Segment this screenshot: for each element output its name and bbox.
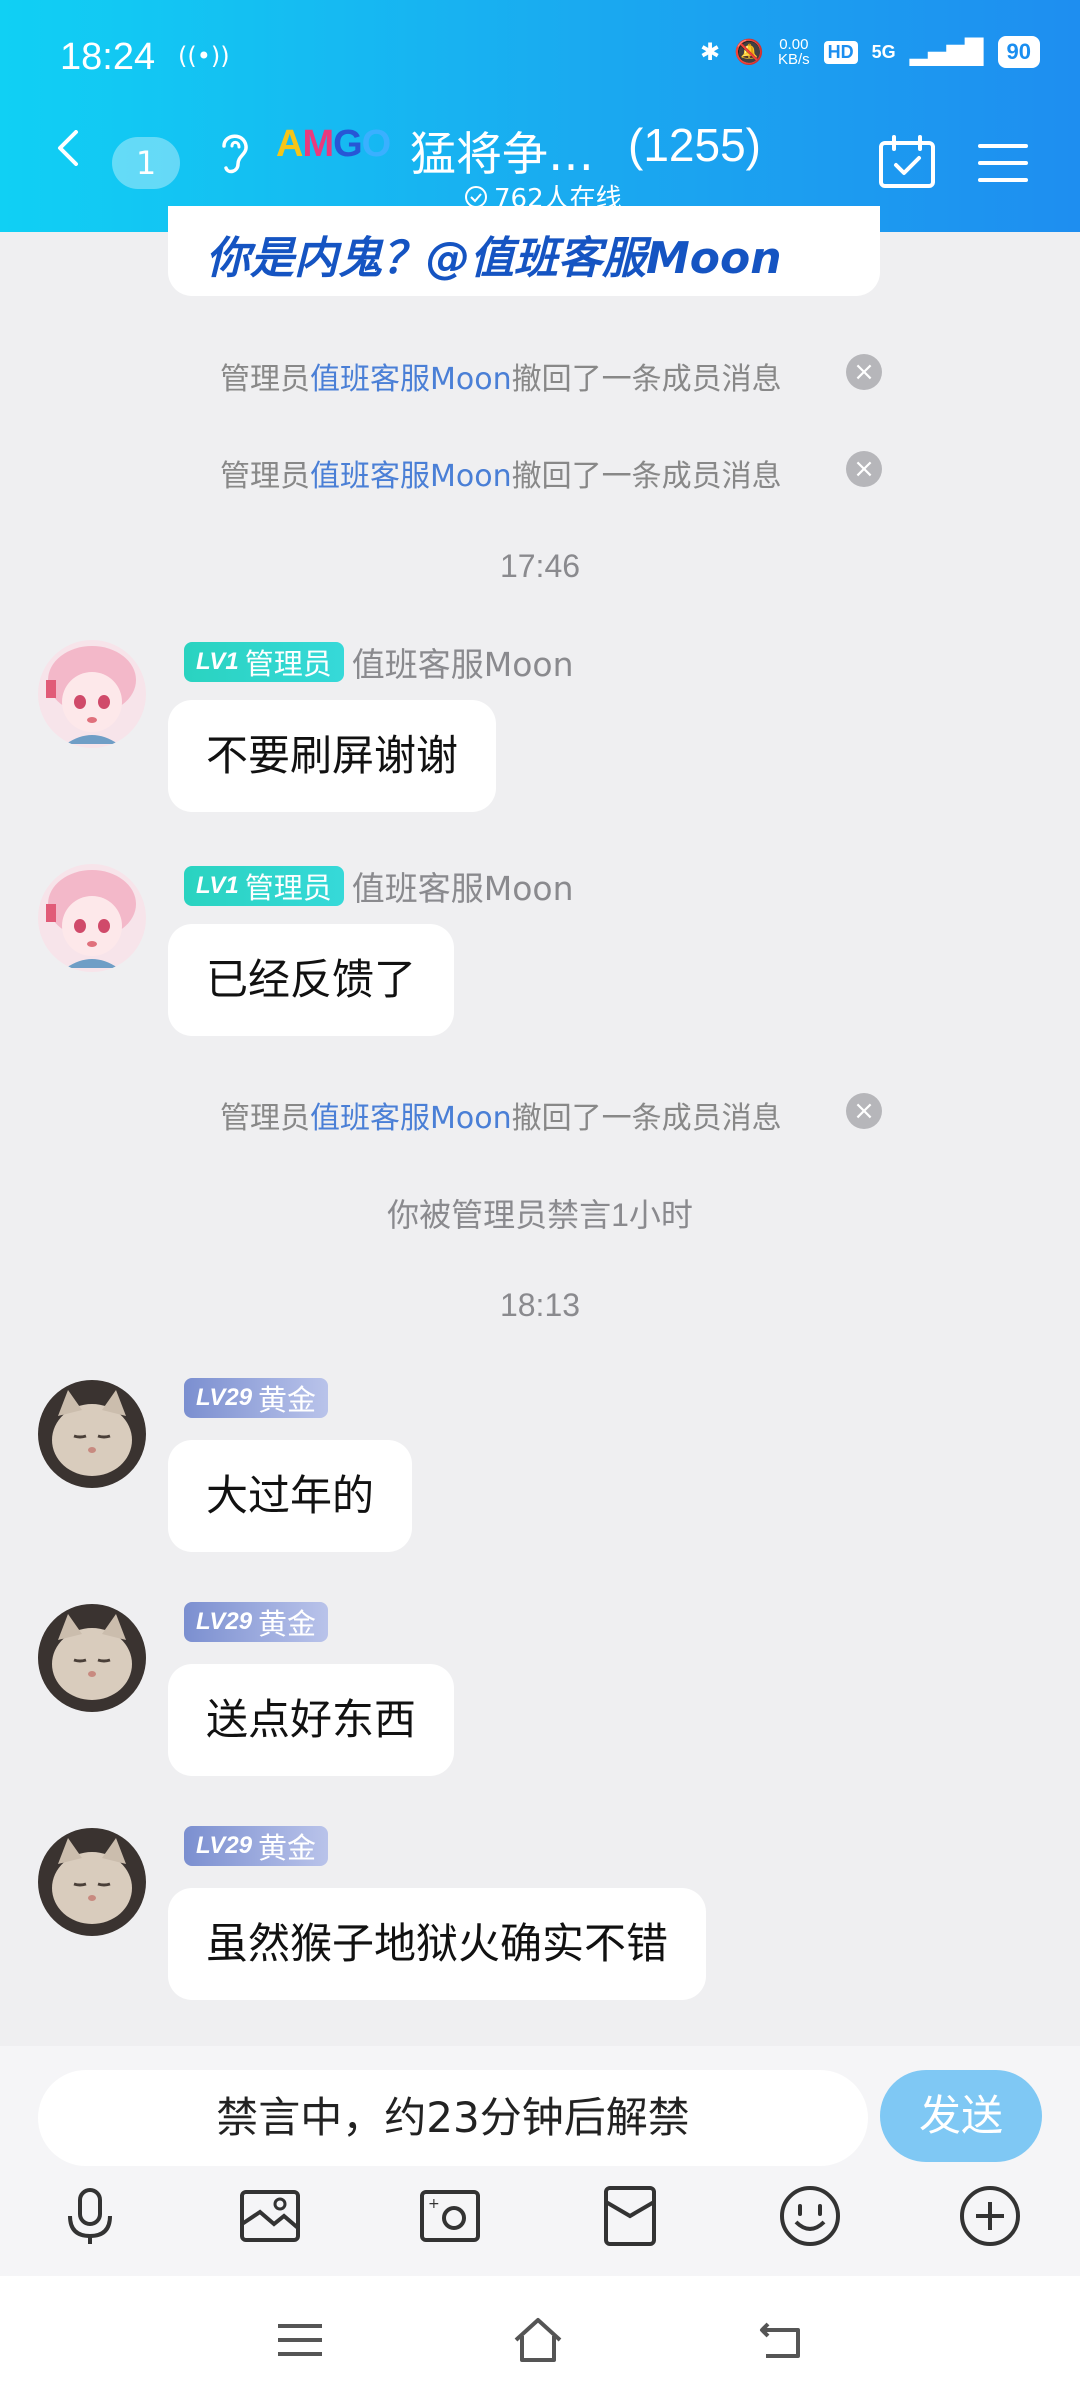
nav-home-icon[interactable] — [512, 2314, 564, 2366]
logo-letter: O — [361, 123, 392, 165]
recall-prefix: 管理员 — [220, 1101, 310, 1136]
sender-info: LV29 黄金 — [184, 1826, 329, 1866]
status-icons: ✱ 🔕 0.00 KB/s HD 5G ▂▄▆█ 90 — [700, 36, 1040, 68]
level-code: LV29 — [196, 1608, 253, 1635]
input-bar: 禁言中，约23分钟后解禁 发送 — [0, 2046, 1080, 2176]
role-label: 黄金 — [258, 1383, 317, 1417]
level-code: LV1 — [196, 648, 239, 675]
admin-avatar[interactable] — [38, 864, 146, 972]
logo-letter: A — [276, 123, 303, 165]
recall-suffix: 撤回了一条成员消息 — [511, 1101, 782, 1136]
group-logo: AMGO — [276, 123, 392, 166]
calendar-check-icon[interactable] — [878, 135, 936, 189]
timestamp: 17:46 — [499, 548, 581, 584]
network-speed: 0.00 KB/s — [778, 37, 810, 67]
level-code: LV29 — [196, 1384, 253, 1411]
ear-icon[interactable] — [216, 128, 252, 176]
system-nav-bar — [0, 2276, 1080, 2400]
camera-icon[interactable]: + — [418, 2184, 482, 2248]
cat-avatar[interactable] — [38, 1380, 146, 1488]
recall-admin-link[interactable]: 值班客服Moon — [310, 362, 512, 397]
recall-prefix: 管理员 — [220, 362, 310, 397]
admin-level-badge: LV1 管理员 — [184, 866, 344, 906]
mute-notice: 你被管理员禁言1小时 — [387, 1197, 693, 1233]
recall-notice: 管理员值班客服Moon撤回了一条成员消息 — [220, 1093, 782, 1137]
message-bubble[interactable]: 不要刷屏谢谢 — [168, 700, 497, 812]
network-type: 5G — [871, 41, 896, 62]
level-code: LV1 — [196, 872, 239, 899]
sender-name[interactable]: 值班客服Moon — [352, 638, 574, 686]
recall-suffix: 撤回了一条成员消息 — [511, 362, 782, 397]
signal-icon: ▂▄▆█ — [909, 38, 984, 66]
group-title[interactable]: 猛将争… — [410, 118, 594, 184]
mute-bell-icon: 🔕 — [734, 38, 764, 66]
cat-avatar[interactable] — [38, 1828, 146, 1936]
message-bubble[interactable]: 虽然猴子地狱火确实不错 — [168, 1888, 707, 2000]
sender-name[interactable]: 值班客服Moon — [352, 862, 574, 910]
emoji-icon[interactable] — [778, 2184, 842, 2248]
logo-letter: G — [333, 123, 363, 165]
top-message-text: 你是内鬼？@值班客服Moon — [206, 233, 782, 284]
dismiss-icon[interactable]: × — [846, 451, 882, 487]
chat-header: 18:24 ((•)) ✱ 🔕 0.00 KB/s HD 5G ▂▄▆█ 90 … — [0, 0, 1080, 232]
send-button[interactable]: 发送 — [880, 2070, 1042, 2162]
back-icon[interactable] — [52, 130, 88, 166]
gold-level-badge: LV29 黄金 — [184, 1602, 329, 1642]
logo-letter: M — [302, 123, 334, 165]
red-packet-icon[interactable] — [598, 2184, 662, 2248]
role-label: 管理员 — [244, 871, 332, 905]
sender-info: LV29 黄金 — [184, 1602, 329, 1642]
cat-avatar[interactable] — [38, 1604, 146, 1712]
online-check-icon — [465, 185, 487, 208]
gold-level-badge: LV29 黄金 — [184, 1378, 329, 1418]
member-count[interactable]: (1255) — [628, 118, 761, 172]
gold-level-badge: LV29 黄金 — [184, 1826, 329, 1866]
muted-input-field[interactable]: 禁言中，约23分钟后解禁 — [38, 2070, 868, 2166]
recall-notice: 管理员值班客服Moon撤回了一条成员消息 — [220, 451, 782, 495]
bluetooth-icon: ✱ — [699, 38, 721, 66]
nav-back-icon[interactable] — [754, 2314, 806, 2366]
role-label: 黄金 — [258, 1831, 317, 1865]
input-toolbar: + — [0, 2176, 1080, 2276]
admin-avatar[interactable] — [38, 640, 146, 748]
menu-icon[interactable] — [978, 142, 1028, 184]
dismiss-icon[interactable]: × — [846, 1093, 882, 1129]
level-code: LV29 — [196, 1832, 253, 1859]
mic-icon[interactable] — [58, 2184, 122, 2248]
svg-text:+: + — [428, 2196, 440, 2212]
nav-menu-icon[interactable] — [274, 2314, 326, 2366]
admin-level-badge: LV1 管理员 — [184, 642, 344, 682]
message-bubble[interactable]: 已经反馈了 — [168, 924, 455, 1036]
hotspot-icon: ((•)) — [178, 42, 230, 70]
sender-info: LV1 管理员 值班客服Moon — [184, 638, 574, 686]
recall-admin-link[interactable]: 值班客服Moon — [310, 459, 512, 494]
dismiss-icon[interactable]: × — [846, 354, 882, 390]
message-bubble[interactable]: 送点好东西 — [168, 1664, 455, 1776]
role-label: 管理员 — [244, 647, 332, 681]
recall-suffix: 撤回了一条成员消息 — [511, 459, 782, 494]
timestamp: 18:13 — [499, 1287, 581, 1323]
speed-unit: KB/s — [777, 51, 810, 68]
plus-icon[interactable] — [958, 2184, 1022, 2248]
message-bubble[interactable]: 大过年的 — [168, 1440, 413, 1552]
recall-prefix: 管理员 — [220, 459, 310, 494]
role-label: 黄金 — [258, 1607, 317, 1641]
sender-info: LV29 黄金 — [184, 1378, 329, 1418]
unread-count-badge[interactable]: 1 — [112, 137, 180, 189]
hd-badge: HD — [823, 40, 858, 64]
sender-info: LV1 管理员 值班客服Moon — [184, 862, 574, 910]
recall-admin-link[interactable]: 值班客服Moon — [310, 1101, 512, 1136]
recall-notice: 管理员值班客服Moon撤回了一条成员消息 — [220, 354, 782, 398]
image-icon[interactable] — [238, 2184, 302, 2248]
battery-indicator: 90 — [997, 36, 1040, 68]
status-time: 18:24 — [60, 36, 156, 78]
